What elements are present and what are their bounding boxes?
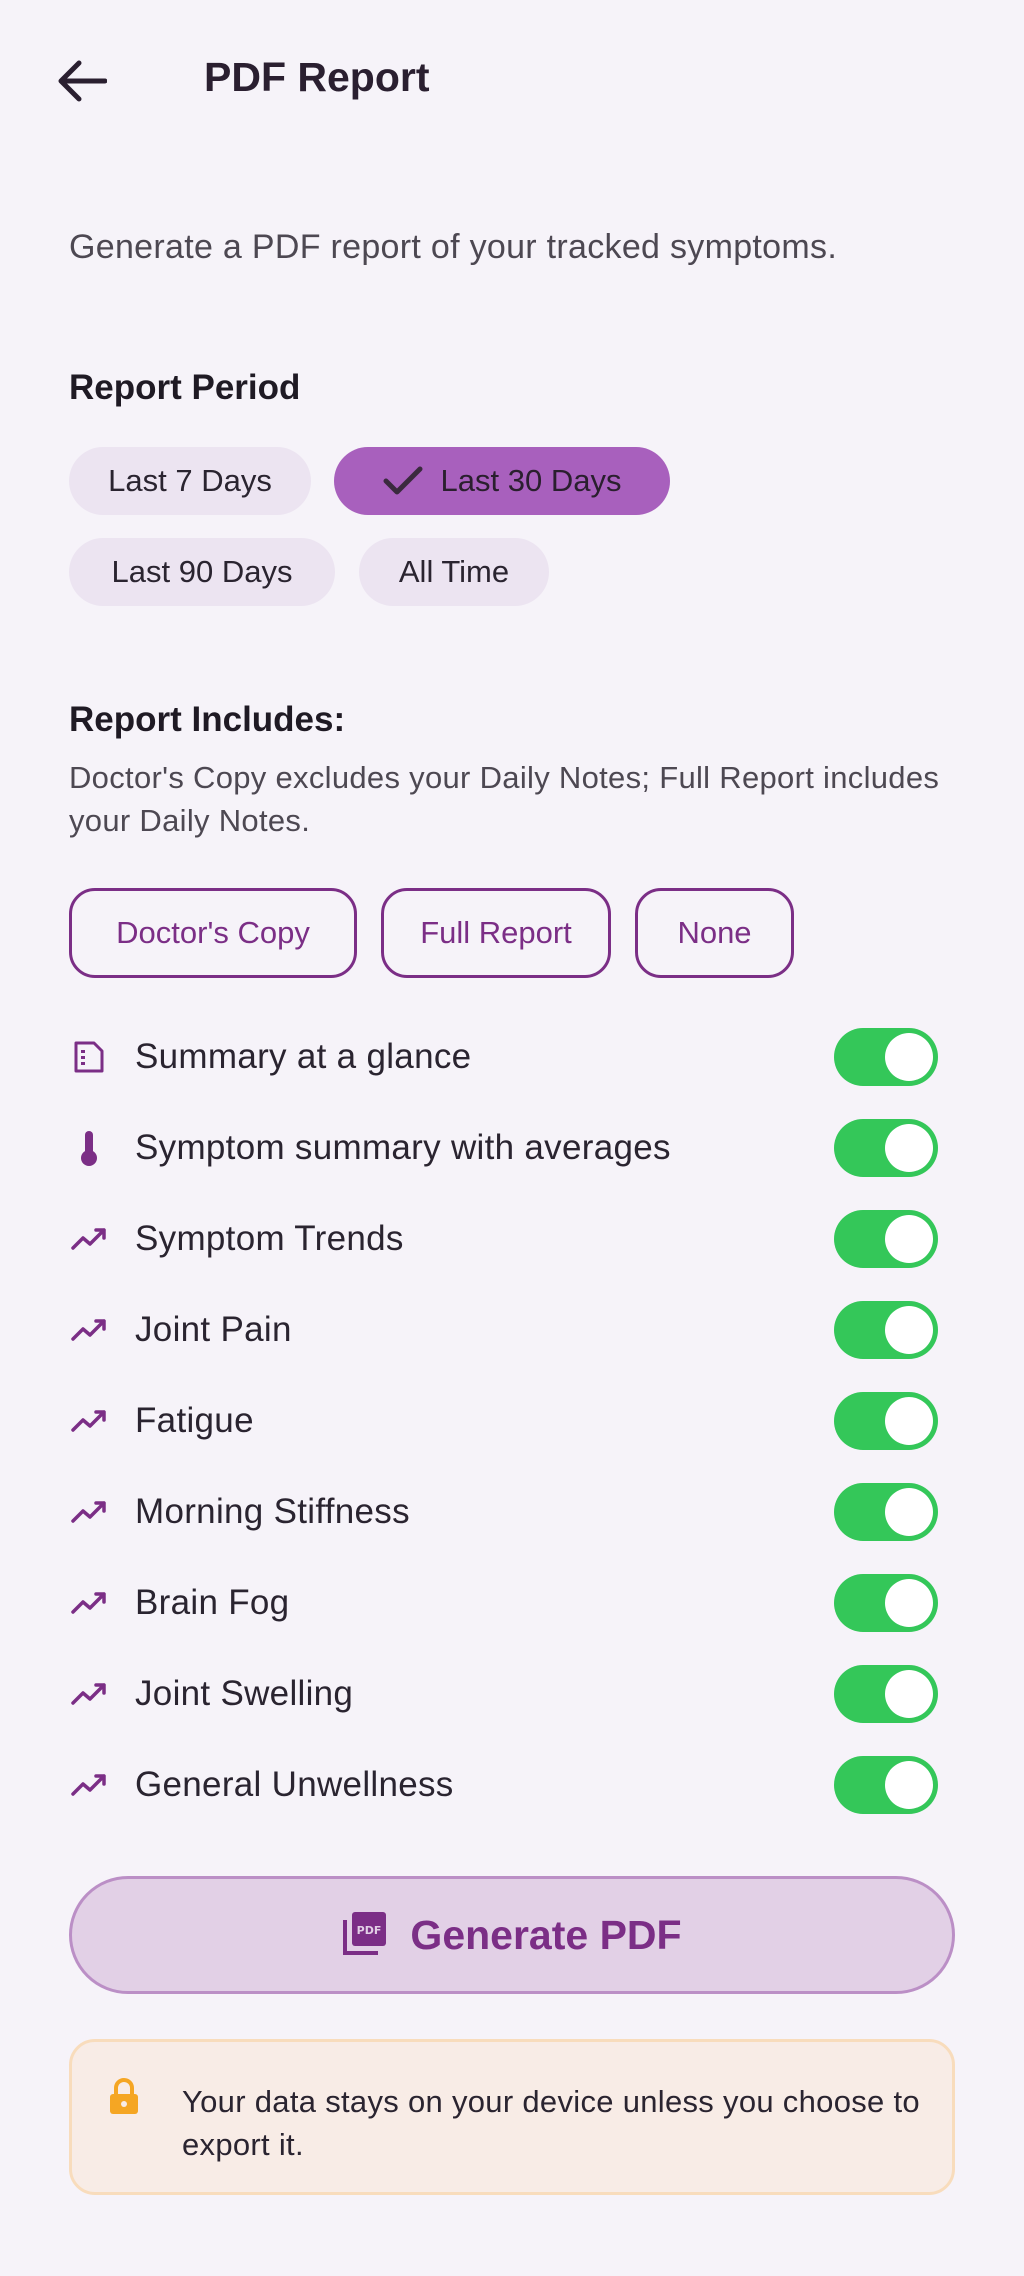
none-button[interactable]: None: [635, 888, 794, 978]
toggle-morning-stiffness[interactable]: [834, 1483, 938, 1541]
doctors-copy-button[interactable]: Doctor's Copy: [69, 888, 357, 978]
option-label: Summary at a glance: [135, 1037, 472, 1076]
trend-icon: [69, 1583, 109, 1623]
thermometer-icon: [69, 1128, 109, 1168]
option-label: General Unwellness: [135, 1765, 454, 1804]
trend-icon: [69, 1310, 109, 1350]
toggle-knob: [885, 1579, 933, 1627]
includes-description: Doctor's Copy excludes your Daily Notes;…: [69, 760, 940, 838]
trend-icon: [69, 1219, 109, 1259]
preset-label: Doctor's Copy: [116, 915, 310, 950]
chip-label: Last 90 Days: [111, 554, 293, 589]
generate-pdf-label: Generate PDF: [410, 1911, 682, 1958]
toggle-brain-fog[interactable]: [834, 1574, 938, 1632]
toggle-symptom-summary[interactable]: [834, 1119, 938, 1177]
toggle-knob: [885, 1306, 933, 1354]
trend-icon: [69, 1401, 109, 1441]
chip-last-30-days[interactable]: Last 30 Days: [334, 447, 670, 515]
option-general-unwellness: General Unwellness: [69, 1750, 943, 1820]
option-label: Symptom summary with averages: [135, 1128, 671, 1167]
toggle-general-unwellness[interactable]: [834, 1756, 938, 1814]
toggle-symptom-trends[interactable]: [834, 1210, 938, 1268]
option-summary-at-a-glance: Summary at a glance: [69, 1022, 943, 1092]
toggle-knob: [885, 1215, 933, 1263]
option-label: Brain Fog: [135, 1583, 290, 1622]
full-report-button[interactable]: Full Report: [381, 888, 611, 978]
page-title: PDF Report: [204, 54, 430, 100]
option-morning-stiffness: Morning Stiffness: [69, 1477, 943, 1547]
toggle-knob: [885, 1670, 933, 1718]
toggle-summary-at-a-glance[interactable]: [834, 1028, 938, 1086]
report-period-heading: Report Period: [69, 368, 301, 407]
back-button[interactable]: [46, 46, 116, 116]
pdf-file-icon: PDF: [342, 1910, 388, 1961]
report-includes-heading: Report Includes:: [69, 700, 346, 739]
top-app-bar: PDF Report: [0, 0, 1024, 160]
privacy-notice: Your data stays on your device unless yo…: [69, 2039, 955, 2195]
chip-label: Last 7 Days: [108, 463, 272, 498]
toggle-fatigue[interactable]: [834, 1392, 938, 1450]
intro-text: Generate a PDF report of your tracked sy…: [69, 228, 838, 266]
toggle-joint-swelling[interactable]: [834, 1665, 938, 1723]
preset-label: Full Report: [420, 915, 572, 950]
toggle-knob: [885, 1033, 933, 1081]
pdf-report-screen: PDF Report Generate a PDF report of your…: [0, 0, 1024, 2276]
generate-pdf-button[interactable]: PDF Generate PDF: [69, 1876, 955, 1994]
toggle-knob: [885, 1761, 933, 1809]
chip-label: Last 30 Days: [440, 463, 622, 498]
toggle-knob: [885, 1488, 933, 1536]
option-label: Fatigue: [135, 1401, 254, 1440]
trend-icon: [69, 1765, 109, 1805]
chip-label: All Time: [398, 554, 510, 589]
trend-icon: [69, 1492, 109, 1532]
toggle-knob: [885, 1124, 933, 1172]
arrow-left-icon: [58, 60, 107, 102]
option-label: Joint Swelling: [135, 1674, 354, 1713]
summary-document-icon: [69, 1037, 109, 1077]
option-joint-swelling: Joint Swelling: [69, 1659, 943, 1729]
toggle-joint-pain[interactable]: [834, 1301, 938, 1359]
toggle-knob: [885, 1397, 933, 1445]
svg-text:PDF: PDF: [357, 1924, 382, 1937]
check-icon: [383, 465, 423, 497]
chip-last-90-days[interactable]: Last 90 Days: [69, 538, 335, 606]
option-symptom-summary: Symptom summary with averages: [69, 1113, 943, 1183]
chip-all-time[interactable]: All Time: [359, 538, 549, 606]
trend-icon: [69, 1674, 109, 1714]
preset-label: None: [677, 915, 752, 950]
privacy-notice-text: Your data stays on your device unless yo…: [182, 2084, 920, 2162]
option-symptom-trends: Symptom Trends: [69, 1204, 943, 1274]
option-joint-pain: Joint Pain: [69, 1295, 943, 1365]
option-label: Joint Pain: [135, 1310, 292, 1349]
option-label: Symptom Trends: [135, 1219, 404, 1258]
lock-icon: [108, 2078, 140, 2121]
chip-last-7-days[interactable]: Last 7 Days: [69, 447, 311, 515]
option-brain-fog: Brain Fog: [69, 1568, 943, 1638]
option-fatigue: Fatigue: [69, 1386, 943, 1456]
option-label: Morning Stiffness: [135, 1492, 410, 1531]
